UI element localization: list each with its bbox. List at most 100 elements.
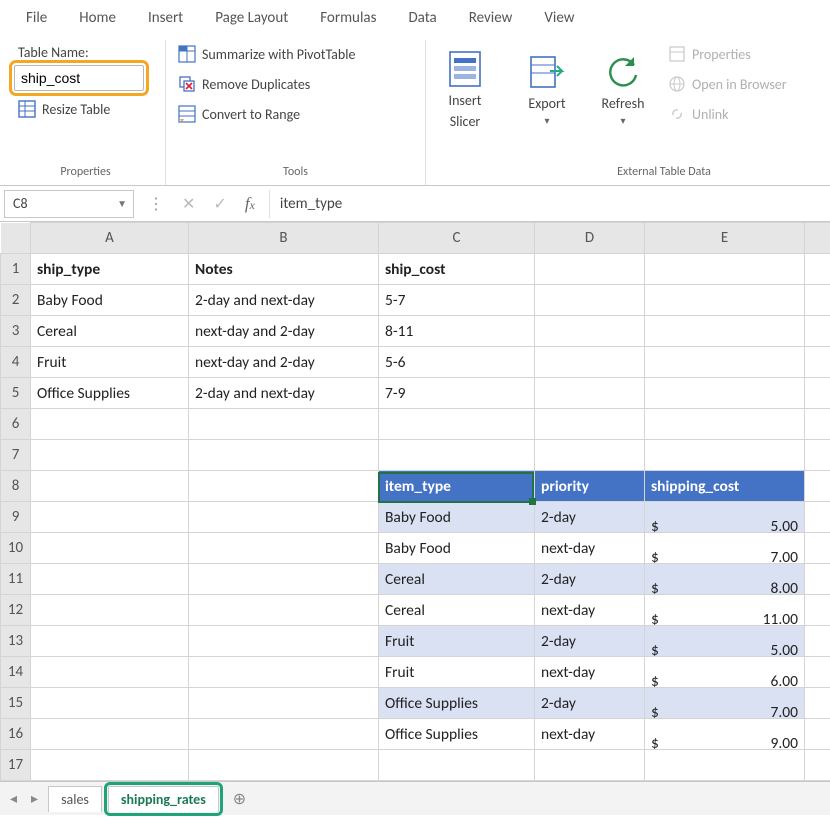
cell[interactable] xyxy=(645,285,805,316)
cell[interactable]: Fruit xyxy=(379,626,535,657)
cell[interactable] xyxy=(805,316,830,347)
cell[interactable]: item_type xyxy=(379,471,535,502)
cell[interactable] xyxy=(31,626,189,657)
row-header[interactable]: 5 xyxy=(1,378,31,409)
row-header[interactable]: 12 xyxy=(1,595,31,626)
tab-nav-prev[interactable]: ◂ xyxy=(6,790,21,807)
cell[interactable]: next-day xyxy=(535,533,645,564)
cell[interactable] xyxy=(645,378,805,409)
cell[interactable]: 7-9 xyxy=(379,378,535,409)
cell[interactable] xyxy=(805,719,830,750)
sheet-tab-shipping-rates[interactable]: shipping_rates xyxy=(108,786,219,812)
cell[interactable]: next-day xyxy=(535,657,645,688)
menu-data[interactable]: Data xyxy=(392,9,452,27)
col-header-D[interactable]: D xyxy=(535,223,645,254)
cell[interactable] xyxy=(189,502,379,533)
cell[interactable] xyxy=(31,688,189,719)
cell[interactable] xyxy=(535,347,645,378)
cell[interactable] xyxy=(31,471,189,502)
cell[interactable]: Office Supplies xyxy=(379,719,535,750)
row-header[interactable]: 8 xyxy=(1,471,31,502)
formula-input[interactable]: item_type xyxy=(269,190,830,218)
cell[interactable]: Baby Food xyxy=(31,285,189,316)
cell[interactable] xyxy=(189,750,379,781)
cell[interactable] xyxy=(645,254,805,285)
cell[interactable] xyxy=(189,440,379,471)
cell[interactable]: 8-11 xyxy=(379,316,535,347)
accept-icon[interactable]: ✓ xyxy=(213,194,226,214)
row-header[interactable]: 9 xyxy=(1,502,31,533)
cell[interactable] xyxy=(31,595,189,626)
row-header[interactable]: 2 xyxy=(1,285,31,316)
row-header[interactable]: 11 xyxy=(1,564,31,595)
cell[interactable]: next-day xyxy=(535,595,645,626)
cell[interactable] xyxy=(31,440,189,471)
cell[interactable] xyxy=(31,409,189,440)
remove-duplicates-button[interactable]: Remove Duplicates xyxy=(174,70,359,98)
export-button[interactable]: Export ▾ xyxy=(512,40,582,136)
cell[interactable]: 5-6 xyxy=(379,347,535,378)
cell[interactable]: ship_cost xyxy=(379,254,535,285)
cell[interactable] xyxy=(805,750,830,781)
cell[interactable] xyxy=(31,564,189,595)
cell[interactable] xyxy=(805,688,830,719)
cell[interactable]: 2-day xyxy=(535,688,645,719)
col-header-A[interactable]: A xyxy=(31,223,189,254)
cell[interactable]: Baby Food xyxy=(379,502,535,533)
cell[interactable] xyxy=(645,316,805,347)
cell[interactable] xyxy=(31,533,189,564)
chevron-down-icon[interactable]: ▼ xyxy=(117,197,127,210)
cell[interactable] xyxy=(535,316,645,347)
cell[interactable]: next-day and 2-day xyxy=(189,316,379,347)
menu-home[interactable]: Home xyxy=(63,9,132,27)
cell[interactable] xyxy=(805,471,830,502)
cell[interactable] xyxy=(379,440,535,471)
cell[interactable] xyxy=(189,564,379,595)
cell[interactable] xyxy=(645,440,805,471)
cell[interactable] xyxy=(805,378,830,409)
cell[interactable] xyxy=(805,285,830,316)
cell[interactable]: Fruit xyxy=(379,657,535,688)
cancel-icon[interactable]: ✕ xyxy=(182,194,195,214)
cell[interactable]: 2-day xyxy=(535,502,645,533)
row-header[interactable]: 13 xyxy=(1,626,31,657)
row-header[interactable]: 10 xyxy=(1,533,31,564)
convert-range-button[interactable]: Convert to Range xyxy=(174,100,359,128)
cell[interactable] xyxy=(535,440,645,471)
row-header[interactable]: 3 xyxy=(1,316,31,347)
cell[interactable] xyxy=(805,626,830,657)
cell[interactable] xyxy=(189,657,379,688)
cell[interactable] xyxy=(535,409,645,440)
cell[interactable] xyxy=(379,750,535,781)
cell[interactable] xyxy=(645,409,805,440)
cell[interactable]: Notes xyxy=(189,254,379,285)
summarize-pivot-button[interactable]: Summarize with PivotTable xyxy=(174,40,359,68)
col-header-B[interactable]: B xyxy=(189,223,379,254)
cell[interactable]: $7.00 xyxy=(645,533,805,564)
cell[interactable] xyxy=(535,285,645,316)
cell[interactable]: $7.00 xyxy=(645,688,805,719)
cell[interactable]: 2-day xyxy=(535,564,645,595)
cell[interactable] xyxy=(189,626,379,657)
fx-icon[interactable]: fx xyxy=(245,194,255,214)
cell[interactable] xyxy=(535,750,645,781)
col-header-extra[interactable] xyxy=(805,223,830,254)
cell[interactable]: $8.00 xyxy=(645,564,805,595)
sheet-tab-sales[interactable]: sales xyxy=(48,786,102,812)
cell[interactable]: 2-day xyxy=(535,626,645,657)
cell[interactable]: next-day and 2-day xyxy=(189,347,379,378)
cell[interactable]: Baby Food xyxy=(379,533,535,564)
cell[interactable]: shipping_cost xyxy=(645,471,805,502)
cell[interactable]: Cereal xyxy=(379,595,535,626)
row-header[interactable]: 14 xyxy=(1,657,31,688)
cell[interactable]: 2-day and next-day xyxy=(189,285,379,316)
cell[interactable] xyxy=(805,595,830,626)
cell[interactable] xyxy=(805,564,830,595)
cell[interactable]: $5.00 xyxy=(645,502,805,533)
col-header-C[interactable]: C xyxy=(379,223,535,254)
cell[interactable]: $5.00 xyxy=(645,626,805,657)
cell[interactable]: $11.00 xyxy=(645,595,805,626)
cell[interactable]: ship_type xyxy=(31,254,189,285)
menu-view[interactable]: View xyxy=(528,9,590,27)
table-name-input[interactable] xyxy=(14,65,144,91)
